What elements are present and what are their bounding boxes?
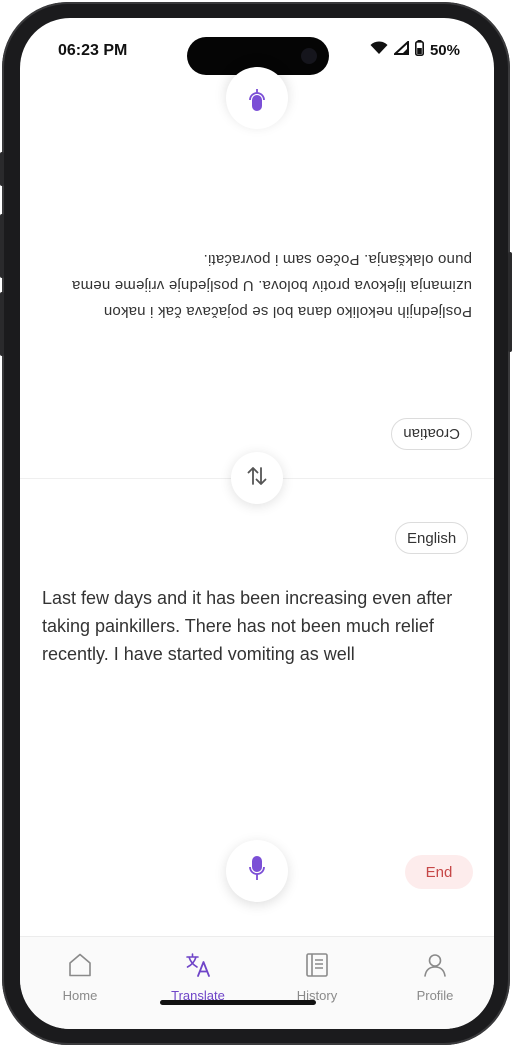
power-button	[508, 252, 512, 352]
target-mic-button[interactable]	[226, 840, 288, 902]
source-language-selector[interactable]: Croatian	[391, 418, 472, 450]
home-icon	[66, 951, 94, 984]
microphone-icon	[248, 855, 266, 887]
tab-home-label: Home	[62, 988, 98, 1003]
source-translation-text: Posljednjih nekoliko dana bol se pojačav…	[71, 251, 472, 320]
tab-home[interactable]: Home	[35, 951, 125, 1003]
action-button	[0, 152, 4, 186]
history-icon	[303, 951, 331, 984]
translate-icon	[184, 951, 212, 984]
tab-profile-label: Profile	[416, 988, 454, 1003]
volume-up-button	[0, 214, 4, 278]
source-language-panel: Posljednjih nekoliko dana bol se pojačav…	[20, 18, 494, 478]
tab-translate[interactable]: Translate	[153, 951, 243, 1003]
source-mic-button[interactable]	[226, 67, 288, 129]
target-language-selector[interactable]: English	[395, 522, 469, 554]
tab-history[interactable]: History	[272, 951, 362, 1003]
end-button-label: End	[425, 863, 453, 881]
swap-languages-button[interactable]	[231, 452, 283, 504]
volume-down-button	[0, 292, 4, 356]
target-language-label: English	[407, 529, 457, 547]
profile-icon	[421, 951, 449, 984]
end-session-button[interactable]: End	[405, 855, 473, 889]
microphone-icon	[248, 85, 266, 112]
app-screen: 06:23 PM 50% Posljednjih nekoliko dana b…	[20, 18, 494, 1029]
tab-profile[interactable]: Profile	[390, 951, 480, 1003]
target-translation-text: Last few days and it has been increasing…	[42, 588, 453, 664]
swap-arrows-icon	[244, 463, 270, 494]
source-language-label: Croatian	[403, 425, 460, 443]
home-indicator[interactable]	[160, 1000, 316, 1005]
bottom-tab-bar: Home Translate History Profile	[20, 936, 494, 1029]
